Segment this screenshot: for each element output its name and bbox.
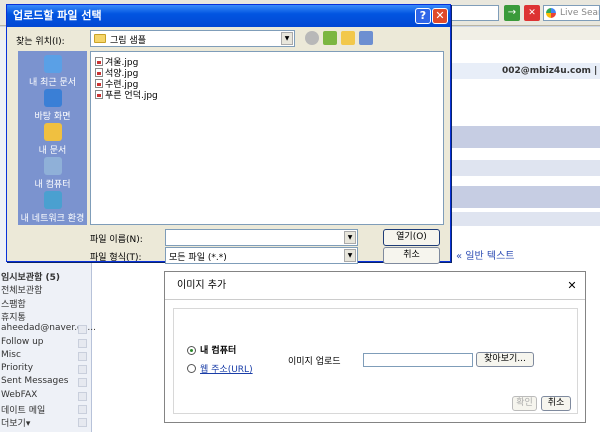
folder-checkbox[interactable] [78,351,87,361]
sidebar-folder-item[interactable]: Misc [1,350,21,360]
look-in-value: 그림 샘플 [110,36,146,46]
sidebar-folder-item[interactable]: 스팸함 [1,297,26,310]
account-header: 002@mbiz4u.com | 도메 [446,63,600,79]
search-engine-icon [546,8,556,18]
sidebar-folder-item[interactable]: 휴지통 [1,310,26,323]
recent-documents-icon [43,55,62,73]
chevron-down-icon[interactable]: ▼ [344,249,356,262]
chevron-down-icon[interactable]: ▼ [344,231,356,244]
sidebar-folder-item[interactable]: 더보기▾ [1,416,30,429]
folder-checkbox[interactable] [78,405,87,414]
place-item[interactable]: 내 컴퓨터 [18,157,87,190]
look-in-combo[interactable]: 그림 샘플 ▼ [90,30,295,47]
page-band [446,160,600,176]
popup-body: 내 컴퓨터 웹 주소(URL) 이미지 업로드 찾아보기... 확인 취소 [173,308,578,414]
confirm-button[interactable]: 확인 [512,396,537,411]
place-item[interactable]: 바탕 화면 [18,89,87,122]
cancel-button[interactable]: 취소 [383,247,440,264]
popup-close-icon[interactable]: ✕ [566,280,578,292]
jpg-file-icon [95,79,103,88]
place-label: 내 네트워크 환경 [20,214,85,224]
place-item[interactable]: 내 네트워크 환경 [18,191,87,224]
back-icon[interactable] [305,31,319,45]
view-menu-icon[interactable] [359,31,373,45]
browse-button[interactable]: 찾아보기... [476,352,534,367]
sidebar-folder-item[interactable]: Follow up [1,337,44,347]
place-label: 내 컴퓨터 [34,180,71,190]
chevron-down-icon[interactable]: ▼ [281,32,293,45]
place-item[interactable]: 내 문서 [18,123,87,156]
jpg-file-icon [95,90,103,99]
computer-option-label[interactable]: 내 컴퓨터 [200,343,236,356]
page-band [446,212,600,226]
open-button[interactable]: 열기(O) [383,229,440,246]
filename-input[interactable]: ▼ [165,229,358,246]
filename-label: 파일 이름(N): [90,235,143,245]
stop-button[interactable]: ✕ [524,5,540,21]
filetype-label: 파일 형식(T): [90,253,142,263]
file-open-dialog: 업로드할 파일 선택 ? ✕ 찾는 위치(I): 그림 샘플 ▼ 내 최근 문서… [6,4,451,264]
popup-cancel-button[interactable]: 취소 [541,396,571,411]
page-band [446,126,600,148]
places-bar: 내 최근 문서바탕 화면내 문서내 컴퓨터내 네트워크 환경 [18,51,87,225]
file-name: 푸른 언덕.jpg [105,91,158,101]
plain-text-link[interactable]: « 일반 텍스트 [456,247,514,262]
new-folder-icon[interactable] [341,31,355,45]
sidebar-folder-item[interactable]: 데이트 메일 [1,403,45,416]
image-add-popup: 이미지 추가 ✕ 내 컴퓨터 웹 주소(URL) 이미지 업로드 찾아보기...… [164,271,586,423]
jpg-file-icon [95,68,103,77]
header-separator: | [590,66,600,76]
dialog-title: 업로드할 파일 선택 [7,5,450,27]
folder-checkbox[interactable] [78,365,87,375]
url-radio[interactable] [187,364,196,373]
place-label: 바탕 화면 [34,112,71,122]
jpg-file-icon [95,57,103,66]
page-band [446,186,600,208]
search-placeholder: Live Search [560,8,599,18]
folder-checkbox[interactable] [78,418,87,428]
dialog-close-button[interactable]: ✕ [432,8,448,24]
sidebar-folder-item[interactable]: WebFAX [1,390,37,400]
account-email: 002@mbiz4u.com [502,66,591,76]
file-item[interactable]: 푸른 언덕.jpg [95,88,158,101]
address-bar[interactable] [443,5,499,21]
folder-checkbox[interactable] [78,391,87,401]
filetype-value: 모든 파일 (*.*) [169,253,227,263]
sidebar-folder-item[interactable]: 임시보관함 (5) [1,270,60,283]
folder-checkbox[interactable] [78,378,87,388]
sidebar-folder-item[interactable]: Sent Messages [1,376,68,386]
folder-checkbox[interactable] [78,338,87,348]
sidebar-folder-item[interactable]: 전체보관함 [1,283,42,296]
browser-search-input[interactable]: Live Search [543,5,600,21]
url-option-label[interactable]: 웹 주소(URL) [200,362,253,375]
go-button[interactable]: → [504,5,520,21]
folder-icon [94,34,106,43]
upload-file-input[interactable] [363,353,473,367]
help-button[interactable]: ? [415,8,431,24]
sidebar-folder-item[interactable]: Priority [1,363,33,373]
place-label: 내 문서 [38,146,67,156]
look-in-label: 찾는 위치(I): [16,37,65,47]
my-computer-icon [43,157,62,175]
network-icon [43,191,62,209]
folder-checkbox[interactable] [78,325,87,335]
desktop-icon [43,89,62,107]
popup-title: 이미지 추가 [165,272,585,300]
my-documents-icon [43,123,62,141]
place-item[interactable]: 내 최근 문서 [18,55,87,88]
upload-label: 이미지 업로드 [288,357,341,367]
file-list[interactable]: 겨울.jpg 석양.jpg 수련.jpg 푸른 언덕.jpg [90,51,444,225]
filetype-select[interactable]: 모든 파일 (*.*) ▼ [165,247,358,264]
up-folder-icon[interactable] [323,31,337,45]
place-label: 내 최근 문서 [28,78,77,88]
computer-radio[interactable] [187,346,196,355]
